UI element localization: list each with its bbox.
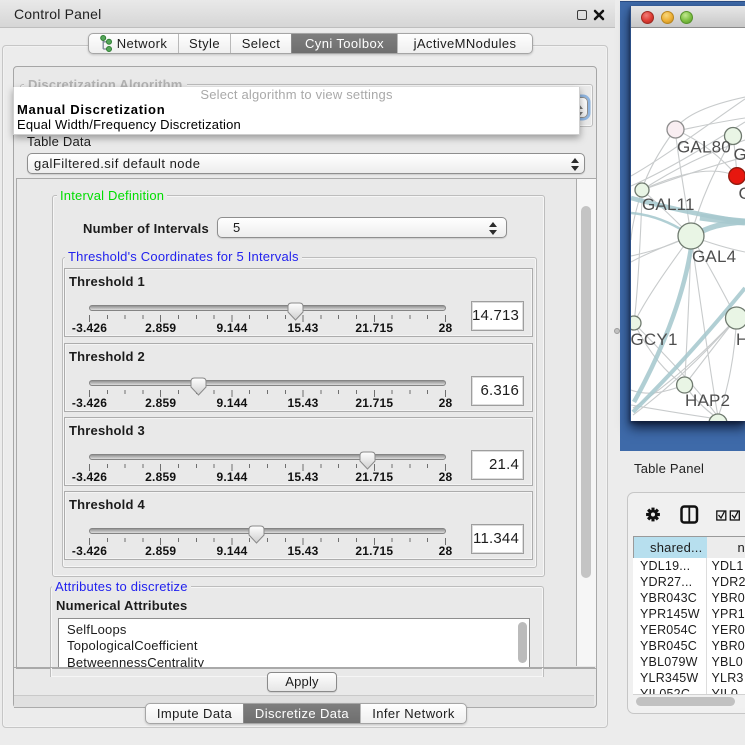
svg-text:GA: GA: [734, 145, 745, 164]
svg-text:HAP2: HAP2: [685, 391, 730, 410]
svg-text:GAL11: GAL11: [642, 195, 695, 214]
svg-text:GCY1: GCY1: [631, 330, 678, 349]
svg-text:GAL4: GAL4: [692, 247, 736, 266]
svg-text:C: C: [739, 184, 745, 203]
svg-text:GAL80: GAL80: [677, 138, 731, 157]
svg-text:HI: HI: [736, 330, 745, 349]
